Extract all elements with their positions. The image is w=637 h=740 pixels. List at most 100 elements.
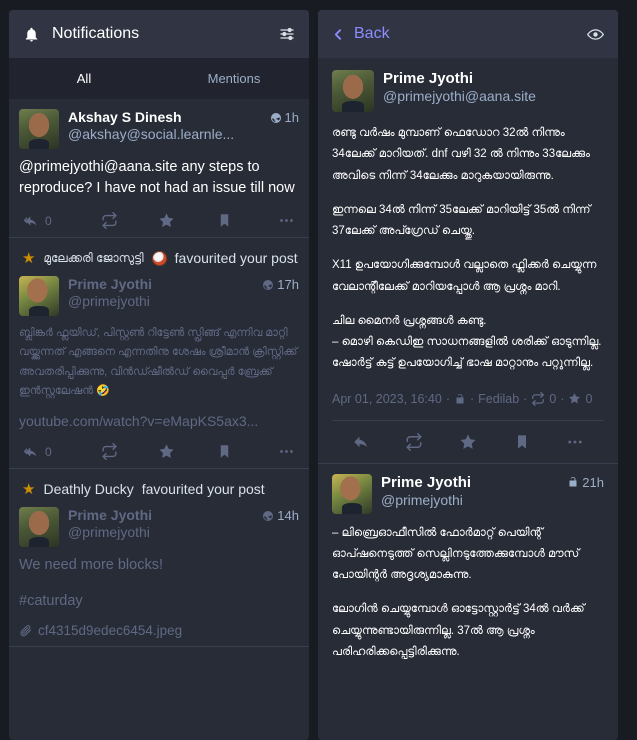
status-paragraph: ചില മൈനർ പ്രശ്നങ്ങൾ കണ്ടു. – മൊഴി കെഡിഇ … xyxy=(332,314,602,370)
account-names: Akshay S Dinesh @akshay@social.learnle..… xyxy=(68,109,261,142)
bookmark-button[interactable] xyxy=(495,434,549,450)
boost-count: 0 xyxy=(549,391,557,406)
more-button[interactable] xyxy=(253,212,295,229)
status-header: Prime Jyothi @primejyothi 14h xyxy=(19,507,299,548)
status-paragraph: X11 ഉപയോഗിക്കുമ്പോൾ വല്ലാതെ ഫ്ലിക്കർ ചെയ… xyxy=(332,259,597,293)
back-label: Back xyxy=(354,25,390,42)
boost-button[interactable] xyxy=(81,443,139,461)
favourite-button[interactable] xyxy=(441,433,495,451)
star-icon: ★ xyxy=(22,480,36,498)
detail-body[interactable]: Prime Jyothi @primejyothi@aana.site രണ്ട… xyxy=(318,58,618,740)
status-content: ബ്ലിങ്കർ ഫ്ലയിഡ്, പിസ്റ്റൺ റിട്ടേൺ സ്പ്ര… xyxy=(19,327,298,397)
eye-icon[interactable] xyxy=(587,28,604,41)
custom-emoji-icon xyxy=(151,250,167,266)
mastodon-app: Notifications All Mentions Akshay S Dine… xyxy=(0,0,637,740)
account-names: Prime Jyothi @primejyothi xyxy=(381,474,558,508)
notification-mention[interactable]: Akshay S Dinesh @akshay@social.learnle..… xyxy=(9,99,309,239)
status-timestamp: 17h xyxy=(262,276,299,292)
bell-icon xyxy=(23,26,40,43)
chevron-left-icon xyxy=(332,28,345,41)
reply-button[interactable] xyxy=(334,433,388,451)
timestamp-label: 14h xyxy=(277,508,299,524)
status-header: Prime Jyothi @primejyothi 21h xyxy=(332,473,604,514)
reply-button[interactable]: 0 xyxy=(23,444,81,460)
status-paragraph: ലോഗിൻ ചെയ്യുമ്പോൾ ഓട്ടോസ്റ്റാർട്ട് 34ൽ വ… xyxy=(332,603,585,658)
account-handle[interactable]: @primejyothi xyxy=(68,524,253,540)
more-button[interactable] xyxy=(548,433,602,451)
tab-all-label: All xyxy=(76,71,92,86)
meta-separator: · xyxy=(560,391,565,406)
tab-all[interactable]: All xyxy=(9,58,159,99)
avatar[interactable] xyxy=(332,70,374,112)
status-app: Fedilab xyxy=(478,391,520,406)
unlock-icon xyxy=(567,476,579,488)
avatar[interactable] xyxy=(19,507,59,548)
tab-mentions[interactable]: Mentions xyxy=(159,58,309,99)
notifications-title: Notifications xyxy=(52,25,140,42)
account-handle[interactable]: @primejyothi xyxy=(381,492,558,508)
bookmark-button[interactable] xyxy=(196,213,254,228)
boost-icon xyxy=(531,391,545,406)
status-timestamp: 1h xyxy=(270,109,299,125)
account-display-name[interactable]: Prime Jyothi xyxy=(68,276,253,292)
status-link[interactable]: youtube.com/watch?v=eMapKS5ax3... xyxy=(19,413,299,429)
timestamp-label: 17h xyxy=(277,277,299,293)
account-handle[interactable]: @akshay@social.learnle... xyxy=(68,126,261,142)
favourite-actor-name[interactable]: Deathly Ducky xyxy=(43,481,133,497)
star-icon: ★ xyxy=(22,249,36,267)
detail-header: Back xyxy=(318,10,618,58)
boost-button[interactable] xyxy=(81,212,139,230)
account-handle[interactable]: @primejyothi xyxy=(68,293,253,309)
account-display-name[interactable]: Prime Jyothi xyxy=(381,474,558,491)
globe-icon xyxy=(262,279,274,291)
status-paragraph: രണ്ടു വർഷം മുമ്പാണ് ഫെഡോറ 32ൽ നിന്നും 34… xyxy=(332,127,590,182)
meta-separator: · xyxy=(469,391,475,406)
status-paragraph: – ലിബ്രെഓഫീസിൽ ഫോർമാറ്റ് പെയിന്റ് ഓപ്ഷനെ… xyxy=(332,526,580,582)
notification-favourite[interactable]: ★ മുലേക്കരി ജോസുട്ടി favourited your pos… xyxy=(9,238,309,470)
favourite-button[interactable] xyxy=(138,443,196,460)
account-display-name[interactable]: Akshay S Dinesh xyxy=(68,109,261,125)
account-display-name[interactable]: Prime Jyothi xyxy=(68,507,253,523)
attachment-filename: cf4315d9edec6454.jpeg xyxy=(38,623,183,639)
notification-favourite[interactable]: ★ Deathly Ducky favourited your post Pri… xyxy=(9,469,309,648)
status-content: @primejyothi@aana.site any steps to repr… xyxy=(19,159,295,196)
paperclip-icon xyxy=(19,624,32,637)
status-meta: Apr 01, 2023, 16:40 · · Fedilab · 0 · 0 xyxy=(332,389,604,409)
star-icon xyxy=(568,392,581,405)
favourite-actor-name[interactable]: മുലേക്കരി ജോസുട്ടി xyxy=(43,251,143,266)
favourite-button[interactable] xyxy=(138,212,196,229)
bookmark-button[interactable] xyxy=(196,444,254,459)
status-paragraph: ഇന്നലെ 34ൽ നിന്ന് 35ലേക്ക് മാറിയിട്ട് 35… xyxy=(332,203,591,238)
avatar[interactable] xyxy=(332,473,372,514)
account-handle[interactable]: @primejyothi@aana.site xyxy=(383,88,604,104)
meta-separator: · xyxy=(445,391,450,406)
boost-button[interactable] xyxy=(388,432,442,451)
status-content: – ലിബ്രെഓഫീസിൽ ഫോർമാറ്റ് പെയിന്റ് ഓപ്ഷനെ… xyxy=(332,523,604,664)
favourite-action-text: favourited your post xyxy=(174,250,298,267)
meta-separator: · xyxy=(523,391,528,406)
back-button[interactable]: Back xyxy=(332,25,587,43)
sliders-icon[interactable] xyxy=(279,26,295,42)
reply-count: 0 xyxy=(45,444,52,459)
favourite-action-text: favourited your post xyxy=(141,481,265,498)
reply-status[interactable]: Prime Jyothi @primejyothi 21h – ലിബ്രെഓഫ… xyxy=(318,464,618,674)
status-actions: 0 xyxy=(19,440,299,461)
status-actions xyxy=(332,419,604,463)
reply-count: 0 xyxy=(45,213,52,228)
status-timestamp[interactable]: Apr 01, 2023, 16:40 xyxy=(332,389,442,409)
favourite-header: ★ Deathly Ducky favourited your post xyxy=(19,479,299,507)
status-timestamp: 21h xyxy=(567,474,604,490)
avatar[interactable] xyxy=(19,109,59,149)
notifications-list[interactable]: Akshay S Dinesh @akshay@social.learnle..… xyxy=(9,99,309,740)
account-display-name[interactable]: Prime Jyothi xyxy=(383,70,604,87)
tab-mentions-label: Mentions xyxy=(207,71,261,86)
status-header: Prime Jyothi @primejyothi@aana.site xyxy=(332,70,604,112)
more-button[interactable] xyxy=(253,443,295,460)
reply-button[interactable]: 0 xyxy=(23,213,81,229)
status-header: Akshay S Dinesh @akshay@social.learnle..… xyxy=(19,109,299,149)
notifications-tabs: All Mentions xyxy=(9,58,309,99)
status-attachment[interactable]: cf4315d9edec6454.jpeg xyxy=(19,623,299,638)
notifications-column: Notifications All Mentions Akshay S Dine… xyxy=(9,10,309,740)
status-hashtag[interactable]: #caturday xyxy=(19,591,299,612)
avatar[interactable] xyxy=(19,276,59,317)
